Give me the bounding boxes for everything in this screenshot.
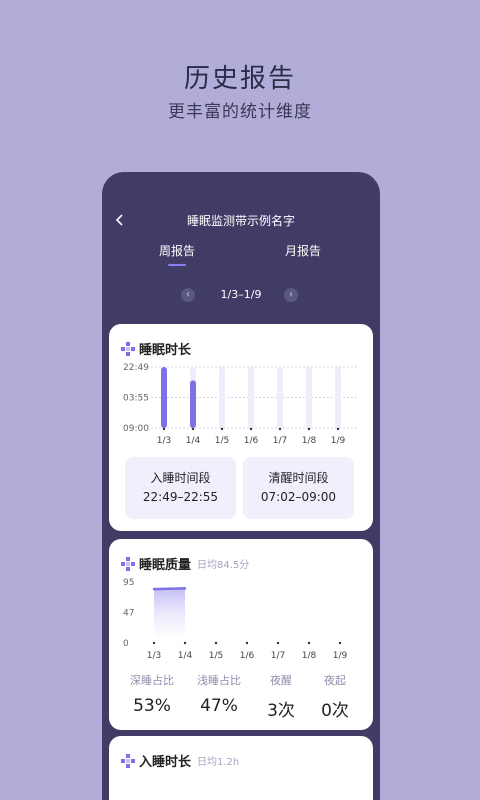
x-tick-dot bbox=[245, 641, 249, 645]
light-sleep-value: 47% bbox=[200, 696, 238, 716]
x-tick-dot bbox=[307, 641, 311, 645]
x-tick-dot bbox=[220, 427, 224, 431]
night-rise-label: 夜起 bbox=[324, 674, 346, 687]
wake-value: 07:02–09:00 bbox=[260, 490, 337, 504]
x-tick-label: 1/4 bbox=[186, 436, 201, 446]
x-tick-label: 1/5 bbox=[209, 651, 223, 661]
bedtime-range-box: 入睡时间段 22:49–22:55 bbox=[125, 457, 236, 519]
bedtime-value: 22:49–22:55 bbox=[142, 490, 219, 504]
mosaic-icon bbox=[121, 753, 135, 768]
active-tab-indicator bbox=[168, 264, 186, 266]
x-tick-label: 1/6 bbox=[244, 436, 259, 446]
x-tick-dot bbox=[276, 641, 280, 645]
y-tick-label: 47 bbox=[123, 609, 134, 619]
y-tick-label: 95 bbox=[123, 578, 134, 588]
quality-area bbox=[154, 588, 185, 643]
wake-range-box: 清醒时间段 07:02–09:00 bbox=[243, 457, 354, 519]
bar-track bbox=[248, 367, 254, 428]
x-tick-dot bbox=[338, 641, 342, 645]
tab-week-report[interactable]: 周报告 bbox=[159, 242, 195, 259]
x-tick-label: 1/9 bbox=[331, 436, 346, 446]
night-wake-label: 夜醒 bbox=[270, 674, 292, 687]
x-tick-dot bbox=[249, 427, 253, 431]
x-tick-dot bbox=[336, 427, 340, 431]
quality-line bbox=[152, 587, 187, 591]
sleep-onset-label: 入睡时长 bbox=[139, 755, 192, 770]
x-tick-dot bbox=[191, 427, 195, 431]
x-tick-label: 1/3 bbox=[157, 436, 171, 446]
x-tick-dot bbox=[152, 641, 156, 645]
x-tick-label: 1/8 bbox=[302, 436, 317, 446]
sleep-onset-card: 入睡时长 日均1.2h bbox=[109, 736, 373, 800]
x-tick-label: 1/6 bbox=[240, 651, 255, 661]
x-tick-dot bbox=[307, 427, 311, 431]
x-tick-label: 1/3 bbox=[147, 651, 161, 661]
deep-sleep-label: 深睡占比 bbox=[130, 674, 174, 687]
x-tick-label: 1/8 bbox=[302, 651, 317, 661]
x-tick-label: 1/5 bbox=[215, 436, 229, 446]
light-sleep-stat: 浅睡占比 47% bbox=[189, 672, 249, 716]
night-wake-value: 3次 bbox=[267, 701, 295, 721]
bar-track bbox=[335, 367, 341, 428]
date-range-label: 1/3–1/9 bbox=[220, 288, 262, 301]
y-tick-label: 22:49 bbox=[123, 363, 149, 373]
promo-subtitle: 更丰富的统计维度 bbox=[168, 102, 312, 122]
deep-sleep-stat: 深睡占比 53% bbox=[122, 672, 182, 716]
bar-track bbox=[277, 367, 283, 428]
duration-bar bbox=[161, 367, 167, 428]
x-tick-dot bbox=[214, 641, 218, 645]
phone-screen: 睡眠监测带示例名字 周报告 月报告 ‹ 1/3–1/9 › 睡眠时长 22:49… bbox=[102, 172, 380, 800]
bedtime-label: 入睡时间段 bbox=[150, 471, 211, 485]
x-tick-label: 1/4 bbox=[178, 651, 193, 661]
light-sleep-label: 浅睡占比 bbox=[197, 674, 241, 687]
x-tick-dot bbox=[162, 427, 166, 431]
duration-bar bbox=[190, 380, 196, 428]
page-title: 睡眠监测带示例名字 bbox=[186, 214, 295, 228]
x-tick-label: 1/7 bbox=[271, 651, 285, 661]
promo-title: 历史报告 bbox=[183, 64, 296, 94]
x-tick-label: 1/9 bbox=[333, 651, 348, 661]
x-tick-dot bbox=[278, 427, 282, 431]
sleep-quality-card: 睡眠质量 日均84.5分 95 47 0 1/3 1/4 1/5 1/6 1/7 1/8 1/9 … bbox=[109, 539, 373, 730]
night-rise-stat: 夜起 0次 bbox=[305, 672, 365, 721]
bar-track bbox=[306, 367, 312, 428]
night-rise-value: 0次 bbox=[321, 701, 349, 721]
sleep-duration-chart: 22:49 03:55 09:00 1/3 1/4 1/5 1/6 1/7 1/8 1/9 bbox=[123, 363, 359, 446]
sleep-onset-title: 入睡时长 日均1.2h bbox=[121, 751, 239, 770]
night-wake-stat: 夜醒 3次 bbox=[251, 672, 311, 721]
tab-month-report[interactable]: 月报告 bbox=[285, 242, 321, 259]
y-tick-label: 09:00 bbox=[123, 424, 149, 434]
y-tick-label: 0 bbox=[123, 639, 129, 649]
wake-label: 清醒时间段 bbox=[268, 471, 329, 485]
y-tick-label: 03:55 bbox=[123, 394, 149, 404]
sleep-duration-card: 睡眠时长 22:49 03:55 09:00 1/3 1/4 1/5 1/6 1/7 1/8 1/… bbox=[109, 324, 373, 531]
sleep-onset-average: 日均1.2h bbox=[197, 757, 240, 768]
x-tick-dot bbox=[183, 641, 187, 645]
bar-track bbox=[219, 367, 225, 428]
deep-sleep-value: 53% bbox=[133, 696, 171, 716]
next-week-button[interactable]: › bbox=[284, 288, 298, 302]
sleep-quality-chart: 95 47 0 1/3 1/4 1/5 1/6 1/7 1/8 1/9 bbox=[123, 578, 348, 661]
x-tick-label: 1/7 bbox=[273, 436, 287, 446]
